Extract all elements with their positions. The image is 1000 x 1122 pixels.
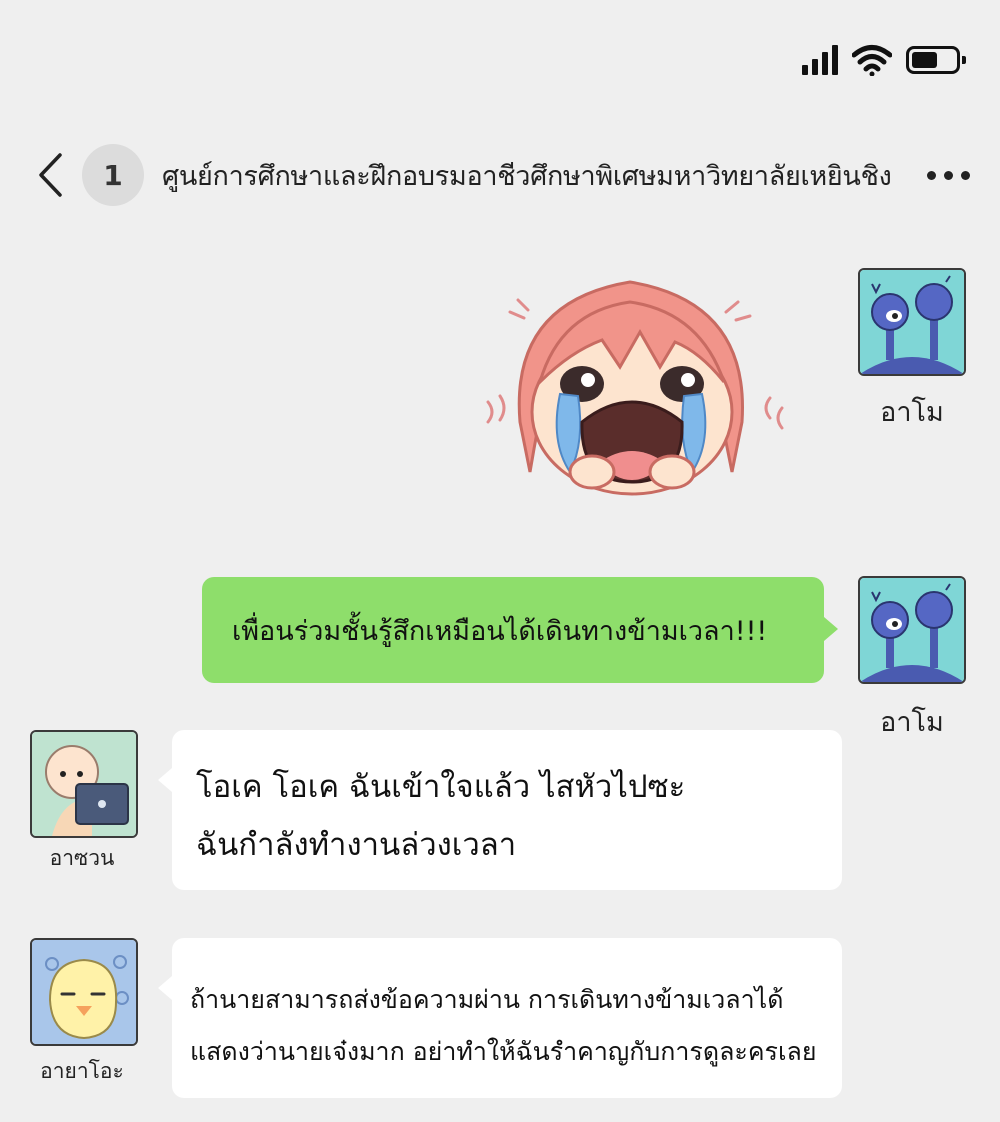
sender-name: อาโม (880, 707, 944, 738)
dot-icon (961, 170, 970, 180)
avatar-ayao[interactable] (30, 938, 138, 1046)
chat-title: ศูนย์การศึกษาและฝึกอบรมอาชีวศึกษาพิเศษมห… (162, 160, 892, 192)
battery-icon (906, 46, 966, 74)
status-bar (802, 40, 966, 80)
message-line: ฉันกำลังทำงานล่วงเวลา (196, 827, 517, 863)
sender-name: อาซวน (49, 846, 115, 870)
signal-icon (802, 45, 838, 75)
received-message-bubble[interactable]: ถ้านายสามารถส่งข้อความผ่าน การเดินทางข้า… (158, 938, 842, 1098)
avatar-amo[interactable] (858, 268, 966, 376)
message-text: เพื่อนร่วมชั้นรู้สึกเหมือนได้เดินทางข้าม… (232, 615, 768, 647)
avatar-azuan[interactable] (30, 730, 138, 838)
dot-icon (944, 170, 953, 180)
chat-header: 1 ศูนย์การศึกษาและฝึกอบรมอาชีวศึกษาพิเศษ… (30, 144, 970, 206)
received-message-bubble[interactable]: โอเค โอเค ฉันเข้าใจแล้ว ไสหัวไปซะ ฉันกำล… (158, 730, 842, 890)
more-options-button[interactable] (927, 170, 970, 180)
sent-message-bubble[interactable]: เพื่อนร่วมชั้นรู้สึกเหมือนได้เดินทางข้าม… (202, 577, 838, 683)
message-line: ถ้านายสามารถส่งข้อความผ่าน การเดินทางข้า… (190, 985, 784, 1014)
avatar-amo[interactable] (858, 576, 966, 684)
crying-girl-sticker[interactable] (470, 272, 790, 502)
battery-level (912, 52, 937, 68)
wifi-icon (852, 45, 892, 76)
unread-count-badge[interactable]: 1 (82, 144, 144, 206)
dot-icon (927, 170, 936, 180)
message-line: แสดงว่านายเจ๋งมาก อย่าทำให้ฉันรำคาญกับกา… (190, 1037, 817, 1066)
sender-name: อาโม (880, 397, 944, 428)
sender-name: อายาโอะ (40, 1059, 124, 1083)
message-line: โอเค โอเค ฉันเข้าใจแล้ว ไสหัวไปซะ (196, 769, 686, 805)
back-button[interactable] (30, 145, 70, 205)
chevron-left-icon (39, 153, 62, 197)
